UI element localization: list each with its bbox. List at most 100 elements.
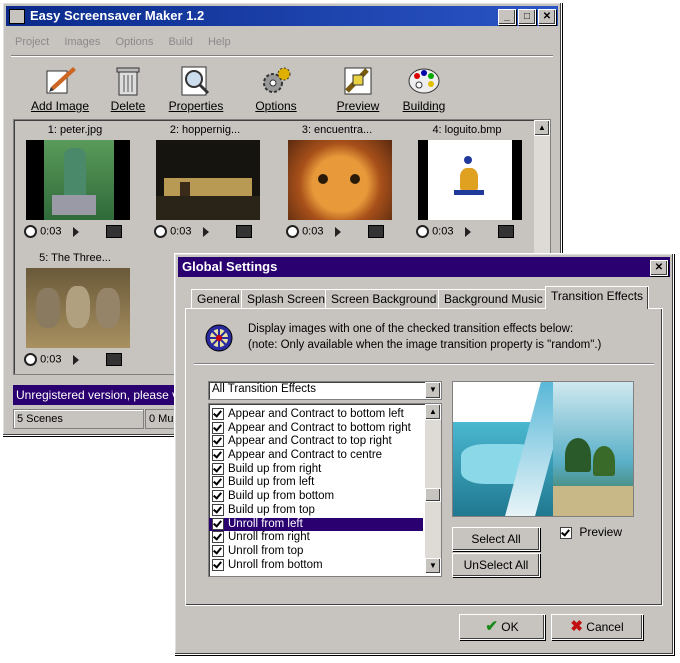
preview-checkbox[interactable]: Preview [560, 525, 622, 539]
scene-caption: 3: encuentra... [301, 124, 373, 136]
close-button[interactable]: ✕ [538, 9, 556, 25]
clock-icon[interactable] [154, 225, 167, 238]
preview-icon [344, 67, 372, 95]
cancel-button[interactable]: ✖ Cancel [551, 614, 643, 640]
options-button[interactable]: Options [241, 65, 311, 113]
transition-icon[interactable] [72, 226, 79, 237]
effect-item[interactable]: Appear and Contract to top right [209, 435, 423, 449]
effect-item[interactable]: Build up from right [209, 462, 423, 477]
status-scenes-text: 5 Scenes [17, 413, 63, 425]
scene-item[interactable]: 2: hoppernig... 0:03 [146, 122, 264, 246]
preview-checkbox-box[interactable] [560, 526, 572, 539]
effect-item[interactable]: Unroll from top [209, 544, 423, 559]
transition-preview-image [452, 381, 634, 517]
menu-images[interactable]: Images [64, 36, 100, 48]
tab-screen-background[interactable]: Screen Background [325, 289, 443, 309]
tab-transition-effects[interactable]: Transition Effects [545, 286, 650, 309]
effect-checkbox[interactable] [212, 558, 224, 571]
dialog-close-button[interactable]: ✕ [650, 260, 668, 276]
tab-general[interactable]: General [191, 289, 246, 309]
preview-button[interactable]: Preview [323, 65, 393, 113]
status-scenes: 5 Scenes [13, 409, 144, 429]
maximize-button[interactable]: □ [518, 9, 536, 25]
effect-item[interactable]: Build up from left [209, 476, 423, 490]
camera-icon[interactable] [235, 225, 252, 238]
effect-checkbox[interactable] [212, 449, 224, 462]
transition-icon[interactable] [202, 226, 209, 237]
ok-button[interactable]: ✔ OK [459, 614, 545, 640]
effect-filter-dropdown[interactable]: All Transition Effects ▼ [208, 381, 442, 400]
effect-checkbox[interactable] [212, 544, 224, 557]
menu-options[interactable]: Options [115, 36, 153, 48]
tab-panel: Display images with one of the checked t… [185, 308, 663, 606]
tab-splash-screen[interactable]: Splash Screen [241, 289, 332, 309]
check-icon: ✔ [485, 618, 498, 635]
unregistered-banner[interactable]: Unregistered version, please visi [13, 385, 186, 405]
unselect-all-label: UnSelect All [463, 558, 529, 572]
dialog-title-bar[interactable]: Global Settings ✕ [178, 257, 670, 277]
effect-item[interactable]: Appear and Contract to bottom right [209, 421, 423, 436]
effect-label: Appear and Contract to centre [228, 449, 383, 462]
camera-icon[interactable] [105, 225, 122, 238]
transition-icon[interactable] [72, 354, 79, 365]
effect-checkbox[interactable] [212, 435, 224, 448]
effect-checkbox[interactable] [212, 462, 224, 475]
effect-item[interactable]: Unroll from left [209, 517, 423, 532]
camera-icon[interactable] [497, 225, 514, 238]
scene-caption: 5: The Three... [39, 252, 111, 264]
effect-item[interactable]: Unroll from bottom [209, 558, 423, 573]
scene-item[interactable]: 5: The Three... 0:03 [16, 250, 134, 374]
minimize-button[interactable]: _ [498, 9, 516, 25]
properties-button[interactable]: Properties [161, 65, 231, 113]
effect-checkbox[interactable] [212, 408, 224, 420]
effect-label: Build up from left [228, 476, 315, 489]
effect-label: Build up from bottom [228, 490, 335, 503]
effect-checkbox[interactable] [212, 490, 224, 503]
add-image-button[interactable]: Add Image [25, 65, 95, 113]
effect-item[interactable]: Appear and Contract to centre [209, 449, 423, 463]
effect-checkbox[interactable] [212, 476, 224, 489]
effects-scrollbar[interactable]: ▲ ▼ [425, 404, 441, 574]
effect-item[interactable]: Appear and Contract to bottom left [209, 408, 423, 422]
camera-icon[interactable] [367, 225, 384, 238]
effect-checkbox[interactable] [212, 421, 224, 434]
delete-button[interactable]: Delete [93, 65, 163, 113]
properties-label: Properties [168, 99, 224, 113]
transition-icon[interactable] [464, 226, 471, 237]
select-all-button[interactable]: Select All [452, 527, 540, 551]
camera-icon[interactable] [105, 353, 122, 366]
scene-thumbnail [156, 140, 260, 220]
scene-item[interactable]: 3: encuentra... 0:03 [278, 122, 396, 246]
clock-icon[interactable] [416, 225, 429, 238]
scene-caption: 4: loguito.bmp [432, 124, 502, 136]
menu-help[interactable]: Help [208, 36, 231, 48]
scene-item[interactable]: 4: loguito.bmp 0:03 [408, 122, 526, 246]
effect-checkbox[interactable] [212, 503, 224, 516]
chevron-down-icon[interactable]: ▼ [425, 382, 441, 399]
effect-item[interactable]: Unroll from right [209, 531, 423, 545]
effects-list: Appear and Contract to bottom left Appear… [208, 403, 442, 577]
clock-icon[interactable] [24, 353, 37, 366]
clock-icon[interactable] [24, 225, 37, 238]
scene-duration: 0:03 [40, 353, 62, 366]
effects-scroll-down-button[interactable]: ▼ [425, 558, 441, 574]
magnifier-icon [181, 66, 210, 96]
effect-filter-value: All Transition Effects [212, 383, 316, 395]
transition-icon[interactable] [334, 226, 341, 237]
effect-item[interactable]: Build up from top [209, 503, 423, 518]
scroll-up-button[interactable]: ▲ [534, 120, 550, 136]
effects-scroll-thumb[interactable] [425, 488, 441, 502]
unselect-all-button[interactable]: UnSelect All [452, 553, 540, 577]
menu-project[interactable]: Project [15, 36, 49, 48]
effect-checkbox[interactable] [212, 517, 224, 530]
tab-background-music[interactable]: Background Music [438, 289, 549, 309]
building-button[interactable]: Building [389, 65, 459, 113]
scene-item[interactable]: 1: peter.jpg 0:03 [16, 122, 134, 246]
effect-checkbox[interactable] [212, 531, 224, 544]
effects-scroll-up-button[interactable]: ▲ [425, 404, 441, 420]
global-settings-dialog: Global Settings ✕ General Splash Screen … [174, 253, 674, 655]
effect-item[interactable]: Build up from bottom [209, 490, 423, 504]
main-title-bar[interactable]: Easy Screensaver Maker 1.2 _ □ ✕ [6, 6, 558, 26]
menu-build[interactable]: Build [168, 36, 192, 48]
clock-icon[interactable] [286, 225, 299, 238]
